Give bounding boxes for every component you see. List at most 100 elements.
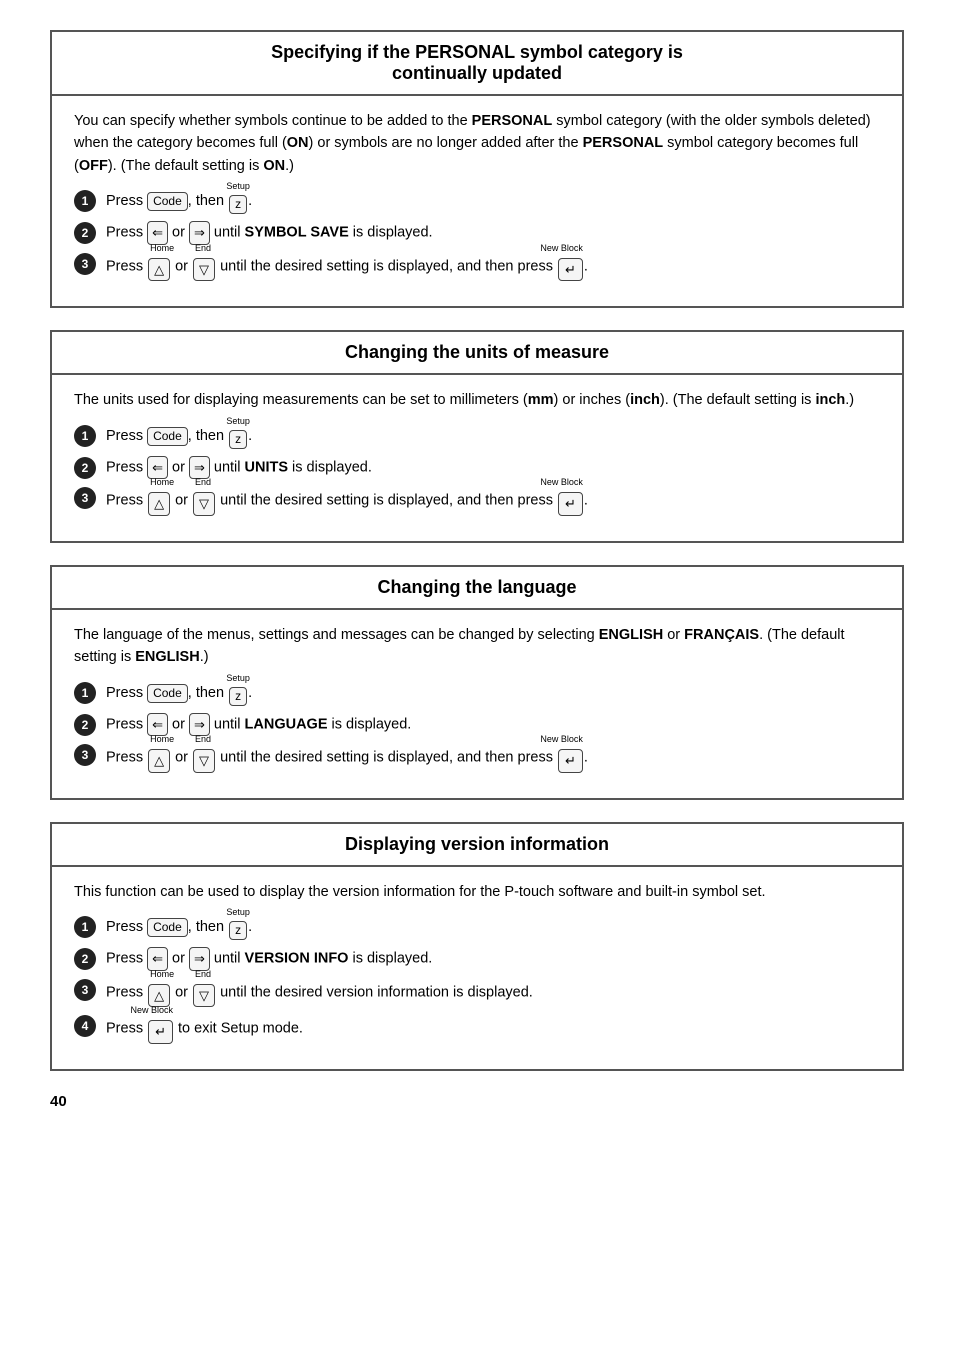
home-key: △ xyxy=(148,258,170,282)
step-3-units: 3 Press Home △ or End ▽ until the desire… xyxy=(74,486,880,516)
newblock-key-l: ↵ xyxy=(558,749,583,773)
end-key-u: ▽ xyxy=(193,492,215,516)
end-key-l: ▽ xyxy=(193,749,215,773)
home-key-wrap-l: Home △ xyxy=(148,743,170,773)
step-num-2l: 2 xyxy=(74,714,96,736)
home-key-wrap: Home △ xyxy=(148,252,170,282)
step-3-personal: 3 Press Home △ or End ▽ until the desire… xyxy=(74,252,880,282)
step-4-ver: 4 Press New Block ↵ to exit Setup mode. xyxy=(74,1014,880,1044)
end-key: ▽ xyxy=(193,258,215,282)
end-key-v: ▽ xyxy=(193,984,215,1008)
end-super-v: End xyxy=(195,968,211,982)
section-body-personal-symbol: You can specify whether symbols continue… xyxy=(52,96,902,306)
home-key-u: △ xyxy=(148,492,170,516)
step-num-4v: 4 xyxy=(74,1015,96,1037)
setup-z-key-wrap: Setup z xyxy=(229,189,247,214)
step-num-3l: 3 xyxy=(74,744,96,766)
home-key-l: △ xyxy=(148,749,170,773)
step-1-personal: 1 Press Code, then Setup z . xyxy=(74,189,880,214)
step-content-3: Press Home △ or End ▽ until the desired … xyxy=(106,252,880,282)
newblock-key-wrap-l: New Block ↵ xyxy=(558,743,583,773)
setup-super: Setup xyxy=(226,180,250,194)
step-content-2v: Press ⇐ or ⇒ until VERSION INFO is displ… xyxy=(106,947,880,971)
section-title-version: Displaying version information xyxy=(70,834,884,855)
end-super: End xyxy=(195,242,211,256)
step-num-3: 3 xyxy=(74,253,96,275)
steps-language: 1 Press Code, then Setup z . 2 Press ⇐ o… xyxy=(74,681,880,773)
step-content-4v: Press New Block ↵ to exit Setup mode. xyxy=(106,1014,880,1044)
step-content-2u: Press ⇐ or ⇒ until UNITS is displayed. xyxy=(106,456,880,480)
steps-version: 1 Press Code, then Setup z . 2 Press ⇐ o… xyxy=(74,915,880,1044)
section-personal-symbol: Specifying if the PERSONAL symbol catego… xyxy=(50,30,904,308)
code-key-l: Code xyxy=(147,684,188,703)
newblock-key-wrap-u: New Block ↵ xyxy=(558,486,583,516)
steps-units: 1 Press Code, then Setup z . 2 Press ⇐ o… xyxy=(74,424,880,516)
end-super-u: End xyxy=(195,476,211,490)
setup-z-key-wrap-l: Setup z xyxy=(229,681,247,706)
step-content-1: Press Code, then Setup z . xyxy=(106,189,880,214)
intro-version: This function can be used to display the… xyxy=(74,881,880,903)
section-body-language: The language of the menus, settings and … xyxy=(52,610,902,798)
step-3-ver: 3 Press Home △ or End ▽ until the desire… xyxy=(74,978,880,1008)
setup-z-key-wrap-v: Setup z xyxy=(229,915,247,940)
z-key-u: z xyxy=(229,430,247,449)
step-content-3v: Press Home △ or End ▽ until the desired … xyxy=(106,978,880,1008)
intro-units: The units used for displaying measuremen… xyxy=(74,389,880,411)
setup-super-l: Setup xyxy=(226,672,250,686)
step-content-2l: Press ⇐ or ⇒ until LANGUAGE is displayed… xyxy=(106,713,880,737)
step-content-1u: Press Code, then Setup z . xyxy=(106,424,880,449)
z-key-l: z xyxy=(229,687,247,706)
step-num-3v: 3 xyxy=(74,979,96,1001)
code-key: Code xyxy=(147,192,188,211)
z-key: z xyxy=(229,195,247,214)
newblock-super-v4: New Block xyxy=(130,1004,173,1018)
setup-z-key-wrap-u: Setup z xyxy=(229,424,247,449)
section-header-personal-symbol: Specifying if the PERSONAL symbol catego… xyxy=(52,32,902,96)
newblock-key-u: ↵ xyxy=(558,492,583,516)
end-key-wrap-v: End ▽ xyxy=(193,978,215,1008)
section-body-version: This function can be used to display the… xyxy=(52,867,902,1069)
step-content-3l: Press Home △ or End ▽ until the desired … xyxy=(106,743,880,773)
section-header-units: Changing the units of measure xyxy=(52,332,902,375)
step-num-1v: 1 xyxy=(74,916,96,938)
step-1-lang: 1 Press Code, then Setup z . xyxy=(74,681,880,706)
code-key-u: Code xyxy=(147,427,188,446)
section-title-personal-symbol: Specifying if the PERSONAL symbol catego… xyxy=(70,42,884,84)
newblock-super-l: New Block xyxy=(540,733,583,747)
step-content-1v: Press Code, then Setup z . xyxy=(106,915,880,940)
newblock-key-wrap: New Block ↵ xyxy=(558,252,583,282)
home-super-u: Home xyxy=(150,476,174,490)
section-title-units: Changing the units of measure xyxy=(70,342,884,363)
home-super-v: Home xyxy=(150,968,174,982)
step-num-1: 1 xyxy=(74,190,96,212)
newblock-super-u: New Block xyxy=(540,476,583,490)
section-language: Changing the language The language of th… xyxy=(50,565,904,800)
end-key-wrap-u: End ▽ xyxy=(193,486,215,516)
step-content-3u: Press Home △ or End ▽ until the desired … xyxy=(106,486,880,516)
home-super: Home xyxy=(150,242,174,256)
page-number: 40 xyxy=(50,1093,904,1110)
step-num-2: 2 xyxy=(74,222,96,244)
step-content-1l: Press Code, then Setup z . xyxy=(106,681,880,706)
section-units: Changing the units of measure The units … xyxy=(50,330,904,543)
step-1-units: 1 Press Code, then Setup z . xyxy=(74,424,880,449)
section-title-language: Changing the language xyxy=(70,577,884,598)
step-content-2: Press ⇐ or ⇒ until SYMBOL SAVE is displa… xyxy=(106,221,880,245)
section-version: Displaying version information This func… xyxy=(50,822,904,1071)
home-key-wrap-u: Home △ xyxy=(148,486,170,516)
intro-personal-symbol: You can specify whether symbols continue… xyxy=(74,110,880,177)
newblock-key-wrap-v4: New Block ↵ xyxy=(148,1014,173,1044)
section-header-version: Displaying version information xyxy=(52,824,902,867)
home-key-wrap-v: Home △ xyxy=(148,978,170,1008)
step-3-lang: 3 Press Home △ or End ▽ until the desire… xyxy=(74,743,880,773)
section-header-language: Changing the language xyxy=(52,567,902,610)
setup-super-u: Setup xyxy=(226,415,250,429)
code-key-v: Code xyxy=(147,918,188,937)
step-num-3u: 3 xyxy=(74,487,96,509)
newblock-key: ↵ xyxy=(558,258,583,282)
step-num-1u: 1 xyxy=(74,425,96,447)
step-num-2u: 2 xyxy=(74,457,96,479)
section-body-units: The units used for displaying measuremen… xyxy=(52,375,902,541)
newblock-super: New Block xyxy=(540,242,583,256)
steps-personal-symbol: 1 Press Code, then Setup z . 2 Press ⇐ o… xyxy=(74,189,880,281)
